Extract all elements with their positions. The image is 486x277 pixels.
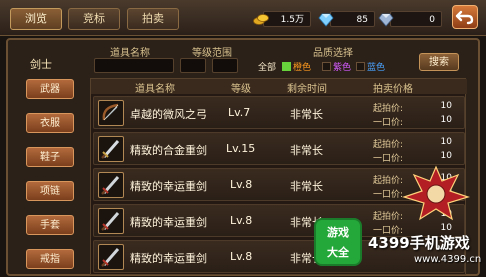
quality-purple-label: 紫色 (333, 63, 352, 73)
category-gloves[interactable]: 手套 (26, 215, 74, 235)
diamond-icon (318, 13, 334, 27)
quality-purple[interactable]: 紫色 (322, 60, 351, 73)
item-level: Lv.15 (226, 142, 256, 155)
watermark: 游戏 大全 4399手机游戏 www.4399.cn (312, 212, 482, 270)
buyout-price-value: 10 (440, 151, 452, 161)
quality-all[interactable]: 全部 (258, 60, 276, 73)
quality-label: 品质选择 (313, 48, 353, 59)
item-level: Lv.8 (230, 214, 253, 227)
item-level: Lv.7 (228, 106, 251, 119)
quality-orange[interactable]: 橙色 (282, 60, 311, 73)
greatsword-icon (98, 136, 124, 162)
quality-blue-label: 蓝色 (367, 63, 386, 73)
header-time-left: 剩余时间 (287, 84, 327, 95)
level-range-label: 等级范围 (192, 48, 232, 59)
item-name-input[interactable] (94, 58, 174, 73)
item-name: 卓越的微风之弓 (130, 108, 207, 121)
level-max-input[interactable] (212, 58, 238, 73)
tab-auction[interactable]: 拍卖 (127, 8, 179, 30)
header-level: 等级 (231, 84, 251, 95)
table-row[interactable]: 精致的合金重剑 Lv.15 非常长 起拍价: 10 一口价: 10 (93, 132, 465, 165)
back-button[interactable] (452, 5, 478, 29)
return-arrow-icon (455, 10, 474, 25)
start-price-label: 起拍价: (373, 140, 404, 150)
item-level: Lv.8 (230, 178, 253, 191)
gold-coin-icon (253, 14, 269, 25)
quality-all-label: 全部 (258, 63, 277, 73)
quality-orange-label: 橙色 (293, 63, 312, 73)
checkbox-icon[interactable] (322, 62, 331, 71)
header-price: 拍卖价格 (373, 84, 413, 95)
item-name: 精致的合金重剑 (130, 144, 207, 157)
item-time-left: 非常长 (290, 144, 323, 157)
table-header: 道具名称 等级 剩余时间 拍卖价格 (91, 79, 467, 95)
item-time-left: 非常长 (290, 180, 323, 193)
greatsword-icon (98, 244, 124, 270)
category-clothes[interactable]: 衣服 (26, 113, 74, 133)
bow-icon (98, 100, 124, 126)
category-weapon[interactable]: 武器 (26, 79, 74, 99)
checkbox-checked-icon[interactable] (282, 62, 291, 71)
greatsword-icon (98, 172, 124, 198)
tab-browse[interactable]: 浏览 (10, 8, 62, 30)
item-time-left: 非常长 (290, 108, 323, 121)
table-row[interactable]: 卓越的微风之弓 Lv.7 非常长 起拍价: 10 一口价: 10 (93, 96, 465, 129)
item-name: 精致的幸运重剑 (130, 180, 207, 193)
buyout-price-label: 一口价: (373, 118, 404, 128)
site-name: 4399手机游戏 (368, 234, 470, 252)
category-shoes[interactable]: 鞋子 (26, 147, 74, 167)
quality-blue[interactable]: 蓝色 (356, 60, 385, 73)
checkbox-icon[interactable] (356, 62, 365, 71)
start-price-label: 起拍价: (373, 104, 404, 114)
logo-text-bottom: 大全 (327, 246, 349, 259)
category-ring[interactable]: 戒指 (26, 249, 74, 269)
category-necklace[interactable]: 项链 (26, 181, 74, 201)
item-level: Lv.8 (230, 250, 253, 263)
item-name: 精致的幸运重剑 (130, 252, 207, 265)
search-button[interactable]: 搜索 (419, 53, 459, 71)
start-price-value: 10 (440, 137, 452, 147)
logo-text-top: 游戏 (327, 226, 349, 239)
header-item-name: 道具名称 (135, 84, 175, 95)
greatsword-icon (98, 208, 124, 234)
tab-bidding[interactable]: 竞标 (68, 8, 120, 30)
gold-amount: 1.5万 (263, 11, 311, 27)
bound-diamond-icon (378, 13, 394, 27)
buyout-price-value: 10 (440, 115, 452, 125)
item-name-label: 道具名称 (110, 48, 150, 59)
start-price-value: 10 (440, 101, 452, 111)
top-bar: 浏览 竞标 拍卖 1.5万 85 0 (0, 0, 486, 36)
level-min-input[interactable] (180, 58, 206, 73)
bound-diamond-amount: 0 (390, 11, 442, 27)
item-name: 精致的幸运重剑 (130, 216, 207, 229)
class-title: 剑士 (30, 58, 52, 71)
site-url: www.4399.cn (414, 254, 482, 265)
diamond-amount: 85 (330, 11, 375, 27)
site-logo: 游戏 大全 (314, 218, 362, 266)
